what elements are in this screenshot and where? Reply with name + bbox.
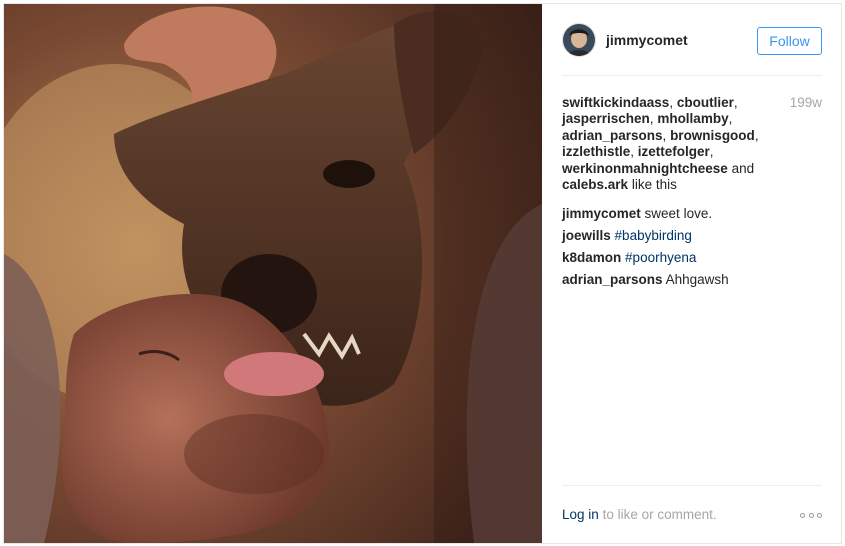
- comment-hashtag[interactable]: #babybirding: [615, 228, 692, 243]
- like-user[interactable]: werkinonmahnightcheese: [562, 161, 728, 176]
- comment-item: joewills #babybirding: [562, 228, 822, 244]
- post-timestamp[interactable]: 199w: [790, 95, 822, 110]
- photo-illustration: [4, 4, 542, 543]
- comment-text: Ahhgawsh: [665, 272, 729, 287]
- follow-button[interactable]: Follow: [757, 27, 822, 55]
- post-username[interactable]: jimmycomet: [606, 32, 688, 48]
- comment-list: jimmycomet sweet love. joewills #babybir…: [562, 206, 822, 294]
- post-header: jimmycomet Follow: [562, 4, 822, 76]
- ellipsis-icon[interactable]: [800, 508, 822, 522]
- comment-text: sweet love.: [644, 206, 713, 221]
- avatar-image: [563, 23, 595, 56]
- comment-username[interactable]: joewills: [562, 228, 611, 243]
- like-user[interactable]: calebs.ark: [562, 177, 628, 192]
- post-side-panel: jimmycomet Follow swiftkickindaass, cbou…: [542, 4, 841, 543]
- like-user[interactable]: adrian_parsons: [562, 128, 663, 143]
- login-prompt-text: to like or comment.: [602, 507, 717, 522]
- comment-username[interactable]: jimmycomet: [562, 206, 641, 221]
- like-user[interactable]: swiftkickindaass: [562, 95, 669, 110]
- likes-and-text: and: [731, 160, 755, 176]
- avatar[interactable]: [562, 22, 596, 57]
- like-user[interactable]: brownisgood: [670, 128, 755, 143]
- post-footer: Log in to like or comment.: [562, 485, 822, 543]
- comment-username[interactable]: adrian_parsons: [562, 272, 663, 287]
- post-card: jimmycomet Follow swiftkickindaass, cbou…: [3, 3, 842, 544]
- likes-suffix-text: like this: [631, 177, 677, 193]
- comment-item: jimmycomet sweet love.: [562, 206, 822, 222]
- login-link[interactable]: Log in: [562, 507, 599, 522]
- login-prompt: Log in to like or comment.: [562, 507, 717, 522]
- comment-item: adrian_parsons Ahhgawsh: [562, 272, 822, 288]
- like-user[interactable]: mhollamby: [657, 111, 728, 126]
- comment-item: k8damon #poorhyena: [562, 250, 822, 266]
- likes-summary: swiftkickindaass, cboutlier, jasperrisch…: [562, 95, 759, 193]
- dot: [800, 512, 805, 518]
- dot: [817, 512, 822, 518]
- like-user[interactable]: izzlethistle: [562, 144, 630, 159]
- dot: [808, 512, 814, 518]
- like-user[interactable]: cboutlier: [677, 95, 734, 110]
- like-user[interactable]: izettefolger: [638, 144, 710, 159]
- comment-hashtag[interactable]: #poorhyena: [625, 250, 696, 265]
- post-photo[interactable]: [4, 4, 542, 543]
- comment-username[interactable]: k8damon: [562, 250, 621, 265]
- like-user[interactable]: jasperrischen: [562, 111, 650, 126]
